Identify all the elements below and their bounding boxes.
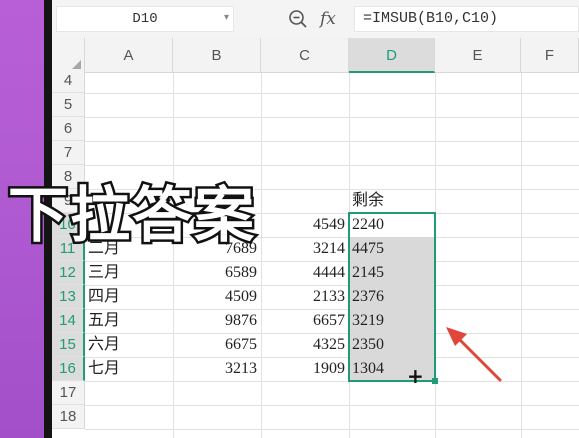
crosshair-cursor-icon: + <box>407 364 424 388</box>
row-header-13[interactable]: 13 <box>52 285 85 309</box>
column-header-d[interactable]: D <box>349 38 435 73</box>
overlay-caption: 下拉答案 <box>6 179 257 253</box>
cell-a14[interactable]: 五月 <box>85 309 168 333</box>
column-header-e[interactable]: E <box>435 38 521 73</box>
formula-bar: D10 ▾ fx =IMSUB(B10,C10) <box>52 0 579 39</box>
cell-a16[interactable]: 七月 <box>85 357 168 381</box>
column-header-b[interactable]: B <box>173 38 261 73</box>
select-all-corner[interactable] <box>52 38 85 73</box>
cell-c15[interactable]: 4325 <box>261 333 345 357</box>
row-header-4[interactable]: 4 <box>52 69 85 93</box>
column-header-f[interactable]: F <box>521 38 579 73</box>
row-header-6[interactable]: 6 <box>52 117 85 141</box>
fill-handle[interactable] <box>432 378 438 384</box>
row-header-16[interactable]: 16 <box>52 357 85 381</box>
row-header-12[interactable]: 12 <box>52 261 85 285</box>
row-header-15[interactable]: 15 <box>52 333 85 357</box>
selection-border <box>348 212 436 382</box>
cell-c14[interactable]: 6657 <box>261 309 345 333</box>
cell-b16[interactable]: 3213 <box>173 357 257 381</box>
cell-c12[interactable]: 4444 <box>261 261 345 285</box>
row-header-14[interactable]: 14 <box>52 309 85 333</box>
row-header-17[interactable]: 17 <box>52 381 85 405</box>
cell-b15[interactable]: 6675 <box>173 333 257 357</box>
cell-a15[interactable]: 六月 <box>85 333 168 357</box>
name-box[interactable]: D10 <box>56 6 234 32</box>
cell-c13[interactable]: 2133 <box>261 285 345 309</box>
row-header-7[interactable]: 7 <box>52 141 85 165</box>
row-header-5[interactable]: 5 <box>52 93 85 117</box>
function-icon[interactable]: fx <box>320 6 336 32</box>
cell-b14[interactable]: 9876 <box>173 309 257 333</box>
cell-b13[interactable]: 4509 <box>173 285 257 309</box>
zoom-icon[interactable] <box>288 9 308 29</box>
row-header-18[interactable]: 18 <box>52 405 85 429</box>
overlay-caption-text: 下拉答案 <box>8 181 256 251</box>
header-cell-d9[interactable]: 剩余 <box>349 189 432 213</box>
cell-b12[interactable]: 6589 <box>173 261 257 285</box>
formula-input[interactable]: =IMSUB(B10,C10) <box>354 6 579 32</box>
cell-a12[interactable]: 三月 <box>85 261 168 285</box>
cell-a13[interactable]: 四月 <box>85 285 168 309</box>
column-header-a[interactable]: A <box>85 38 173 73</box>
chevron-down-icon[interactable]: ▾ <box>224 12 229 23</box>
cell-c16[interactable]: 1909 <box>261 357 345 381</box>
column-header-c[interactable]: C <box>261 38 349 73</box>
